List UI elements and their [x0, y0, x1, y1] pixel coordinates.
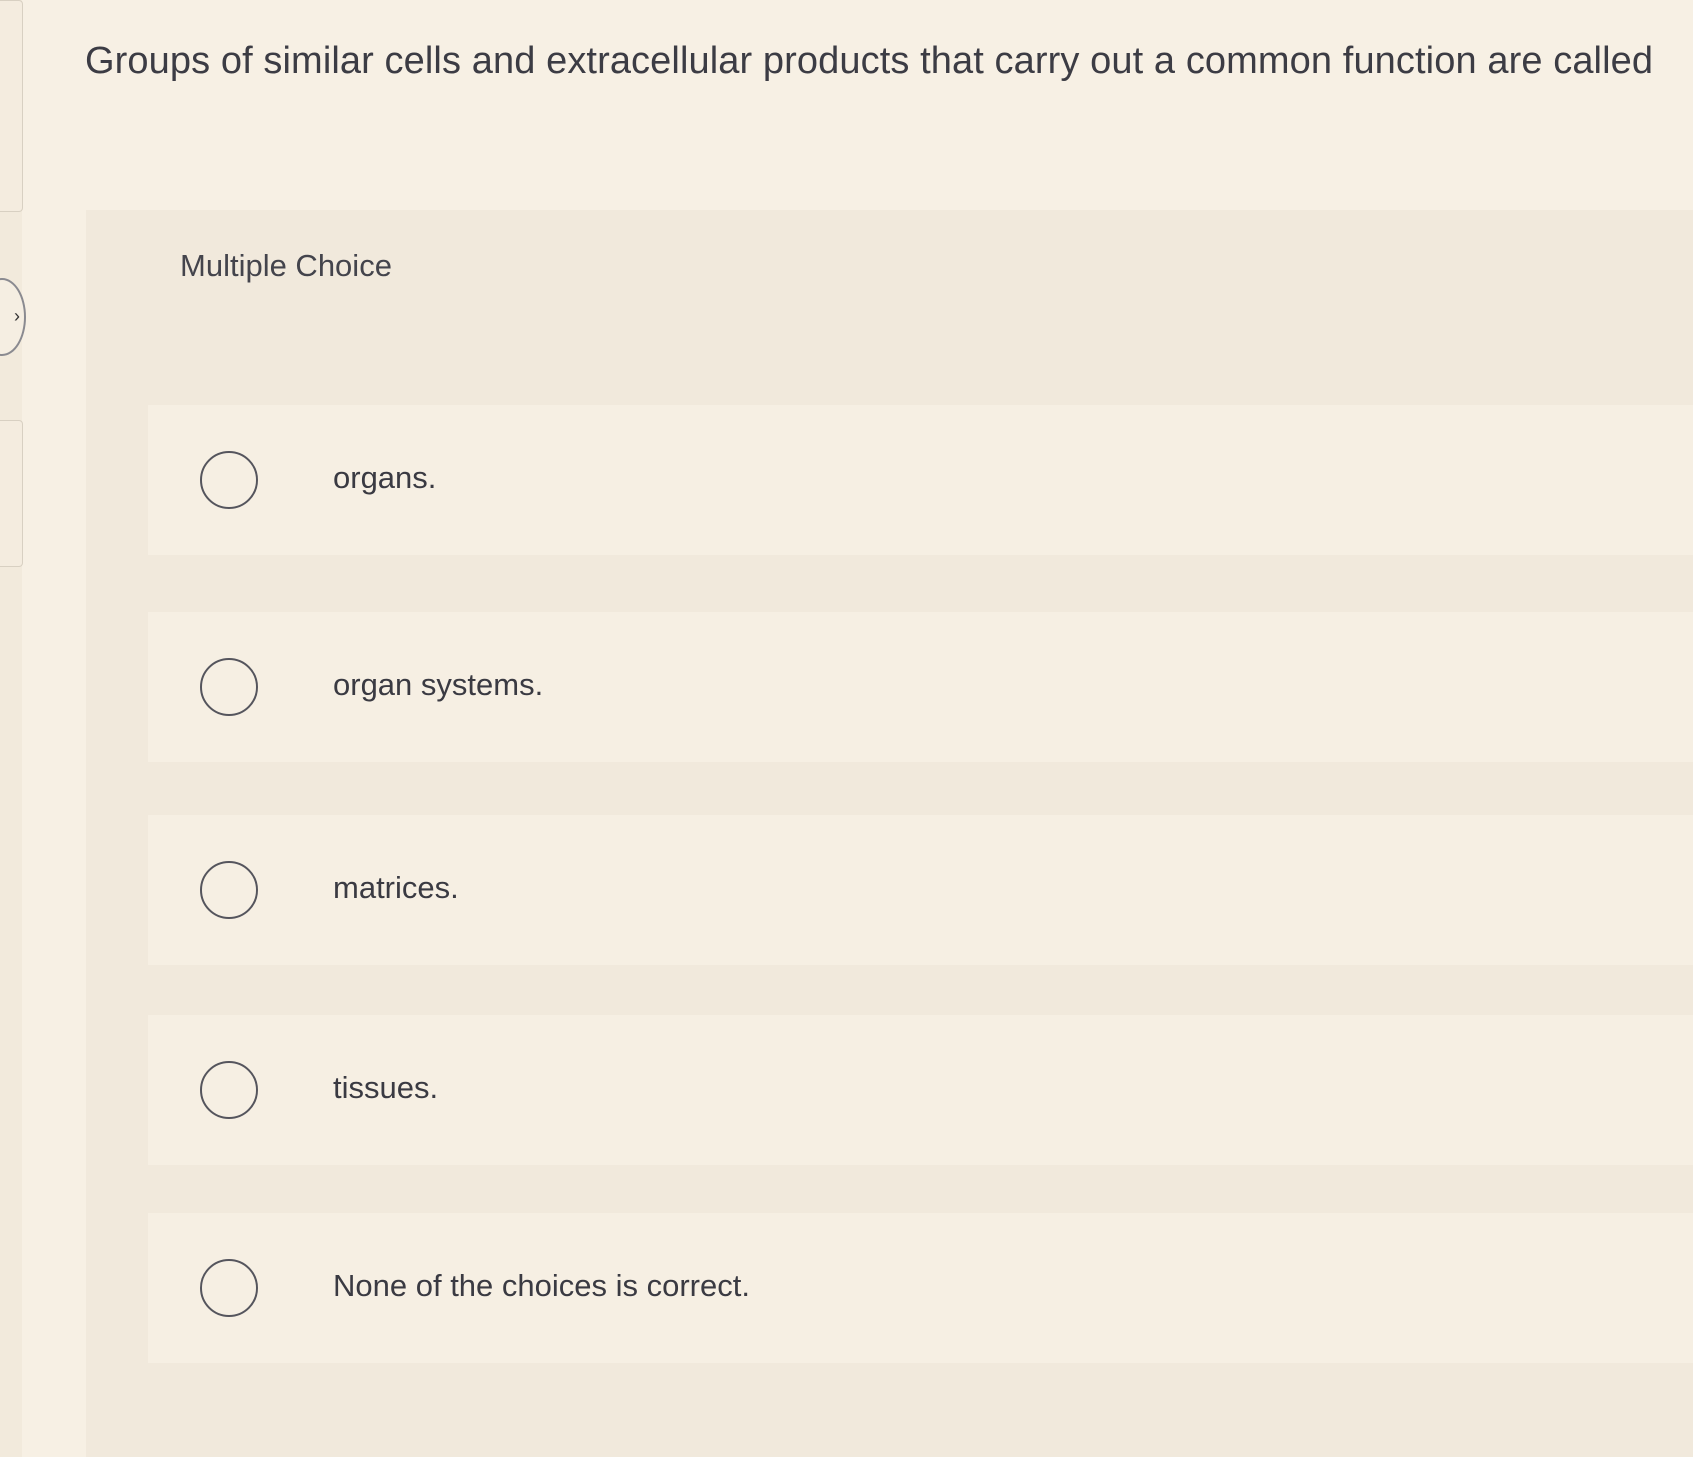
- radio-button[interactable]: [200, 1061, 258, 1119]
- answer-option-5[interactable]: None of the choices is correct.: [148, 1213, 1693, 1363]
- left-edge: [0, 0, 22, 1457]
- answer-option-label: organs.: [333, 460, 437, 495]
- answer-option-4[interactable]: tissues.: [148, 1015, 1693, 1165]
- answer-option-label: organ systems.: [333, 667, 544, 702]
- radio-button[interactable]: [200, 451, 258, 509]
- question-text: Groups of similar cells and extracellula…: [85, 40, 1654, 82]
- answer-option-1[interactable]: organs.: [148, 405, 1693, 555]
- answer-option-2[interactable]: organ systems.: [148, 612, 1693, 762]
- answer-option-label: matrices.: [333, 870, 459, 905]
- left-sidebar-tab-bottom[interactable]: [0, 420, 23, 567]
- chevron-icon: ›: [14, 306, 20, 326]
- answer-option-label: None of the choices is correct.: [333, 1268, 750, 1303]
- radio-button[interactable]: [200, 1259, 258, 1317]
- answer-option-label: tissues.: [333, 1070, 439, 1105]
- left-sidebar-tab-top[interactable]: [0, 0, 23, 212]
- question-type-label: Multiple Choice: [180, 248, 392, 283]
- radio-button[interactable]: [200, 861, 258, 919]
- answer-option-3[interactable]: matrices.: [148, 815, 1693, 965]
- radio-button[interactable]: [200, 658, 258, 716]
- side-nav-toggle[interactable]: ›: [0, 278, 26, 356]
